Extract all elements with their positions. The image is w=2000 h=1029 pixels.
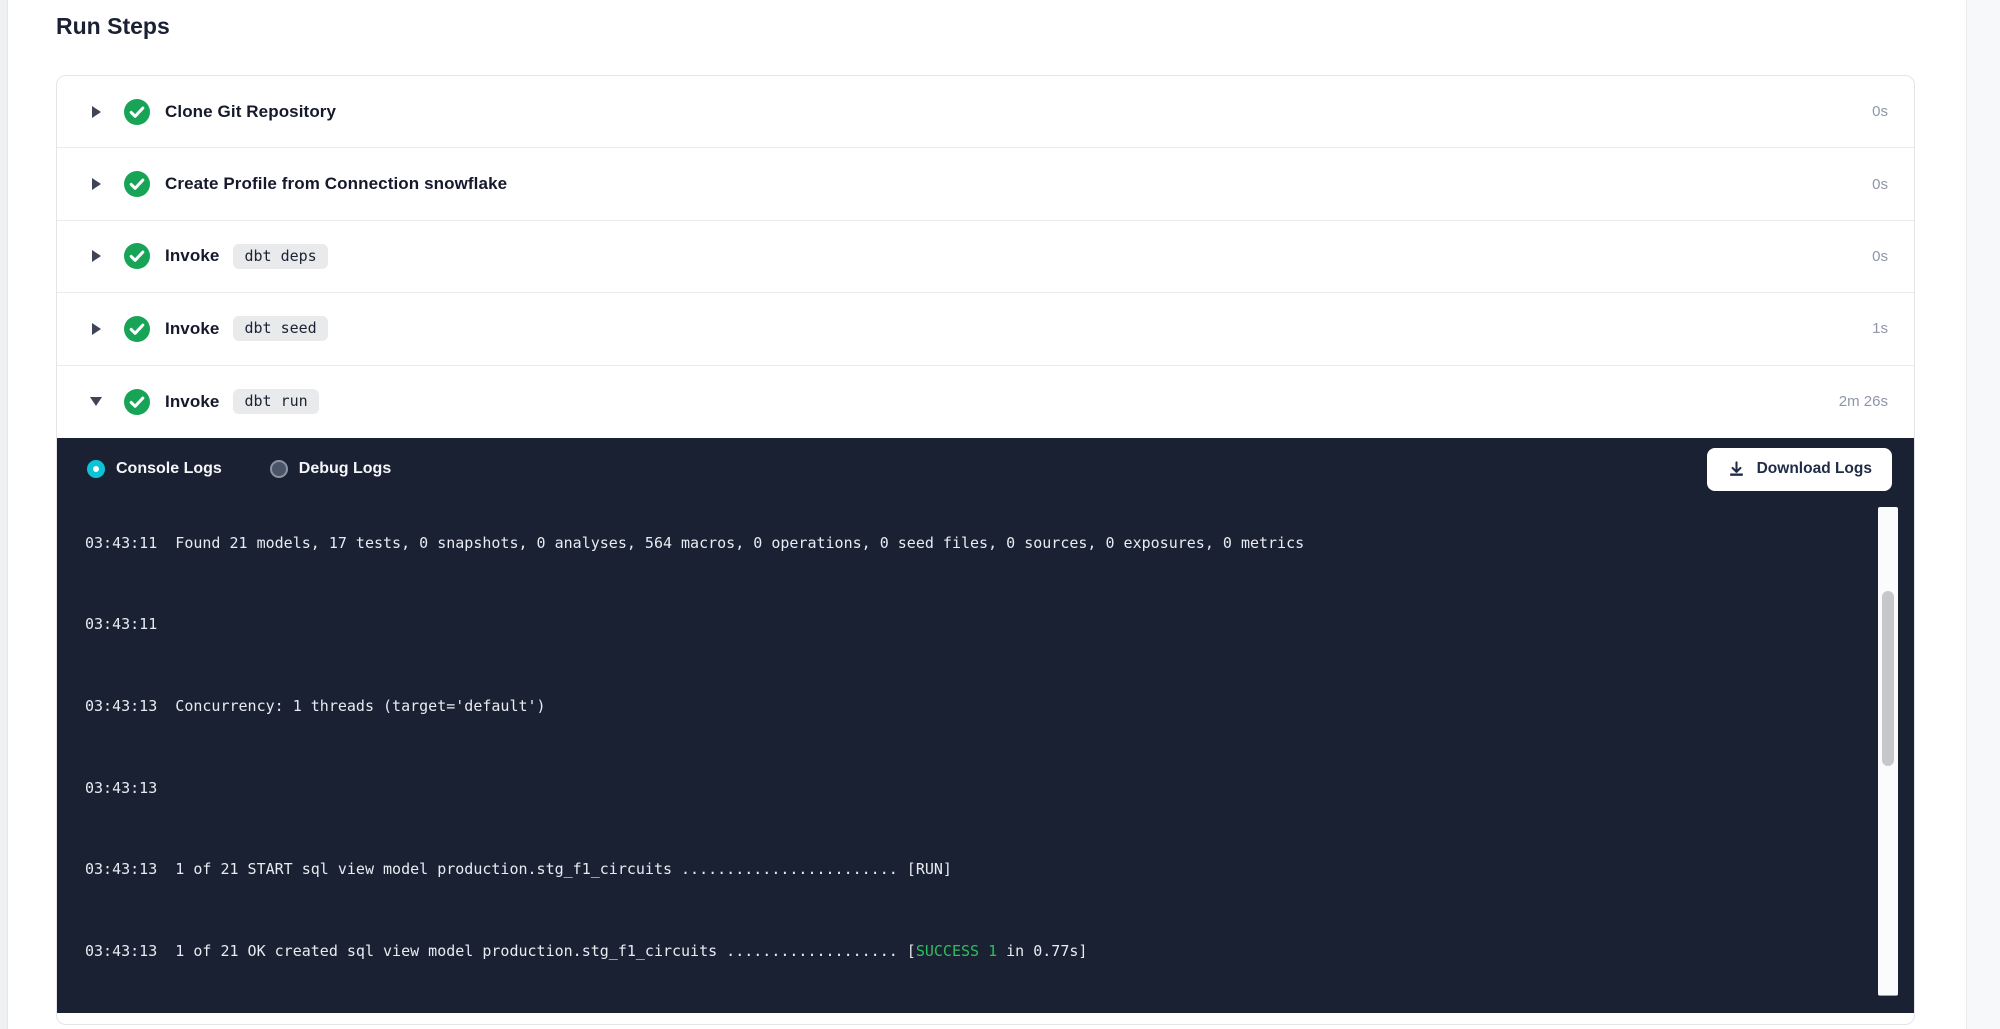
check-circle-icon [124, 389, 150, 415]
log-line: 03:43:13 1 of 21 OK created sql view mod… [85, 941, 1914, 961]
log-line: 03:43:13 1 of 21 START sql view model pr… [85, 859, 1914, 879]
command-chip: dbt deps [233, 244, 327, 269]
step-list: Clone Git Repository 0s Create Profile f… [57, 76, 1914, 438]
log-line: 03:43:13 [85, 778, 1914, 798]
step-label: Invoke [165, 246, 219, 266]
download-logs-label: Download Logs [1757, 460, 1872, 478]
run-steps-card: Clone Git Repository 0s Create Profile f… [56, 75, 1915, 1025]
debug-logs-radio[interactable]: Debug Logs [270, 460, 391, 478]
check-circle-icon [124, 316, 150, 342]
radio-unselected-icon [270, 460, 288, 478]
console-logs-label: Console Logs [116, 460, 222, 478]
check-circle-icon [124, 171, 150, 197]
step-row[interactable]: Create Profile from Connection snowflake… [57, 148, 1914, 220]
download-icon [1727, 460, 1746, 479]
step-label: Create Profile from Connection snowflake [165, 174, 507, 194]
step-row[interactable]: Clone Git Repository 0s [57, 76, 1914, 148]
step-row[interactable]: Invoke dbt seed 1s [57, 293, 1914, 365]
caret-right-icon[interactable] [90, 248, 102, 264]
log-line: 03:43:13 Concurrency: 1 threads (target=… [85, 696, 1914, 716]
caret-down-icon[interactable] [90, 394, 102, 410]
right-edge-strip [1966, 0, 2000, 1029]
log-line: 03:43:11 Found 21 models, 17 tests, 0 sn… [85, 533, 1914, 553]
console-log-panel: Console Logs Debug Logs Download Logs 03… [57, 438, 1914, 1013]
caret-right-icon[interactable] [90, 176, 102, 192]
radio-selected-icon [87, 460, 105, 478]
step-row[interactable]: Invoke dbt run 2m 26s [57, 366, 1914, 438]
check-circle-icon [124, 99, 150, 125]
log-scrollbar-thumb[interactable] [1882, 591, 1894, 766]
debug-logs-label: Debug Logs [299, 460, 391, 478]
log-content: 03:43:11 Found 21 models, 17 tests, 0 sn… [57, 501, 1914, 1013]
step-duration: 0s [1872, 103, 1888, 120]
log-scrollbar-track [1878, 507, 1898, 996]
check-circle-icon [124, 243, 150, 269]
step-label: Invoke [165, 319, 219, 339]
command-chip: dbt seed [233, 316, 327, 341]
step-duration: 0s [1872, 176, 1888, 193]
caret-right-icon[interactable] [90, 321, 102, 337]
caret-right-icon[interactable] [90, 104, 102, 120]
download-logs-button[interactable]: Download Logs [1707, 448, 1892, 491]
left-edge-strip [0, 0, 8, 1029]
step-label: Invoke [165, 392, 219, 412]
page-title: Run Steps [56, 13, 170, 40]
log-line: 03:43:11 [85, 614, 1914, 634]
command-chip: dbt run [233, 389, 318, 414]
log-output[interactable]: 03:43:11 Found 21 models, 17 tests, 0 sn… [57, 501, 1914, 1013]
step-duration: 1s [1872, 320, 1888, 337]
step-label: Clone Git Repository [165, 102, 336, 122]
step-duration: 2m 26s [1839, 393, 1888, 410]
console-logs-radio[interactable]: Console Logs [87, 460, 222, 478]
log-panel-header: Console Logs Debug Logs Download Logs [57, 438, 1914, 501]
step-duration: 0s [1872, 248, 1888, 265]
step-row[interactable]: Invoke dbt deps 0s [57, 221, 1914, 293]
